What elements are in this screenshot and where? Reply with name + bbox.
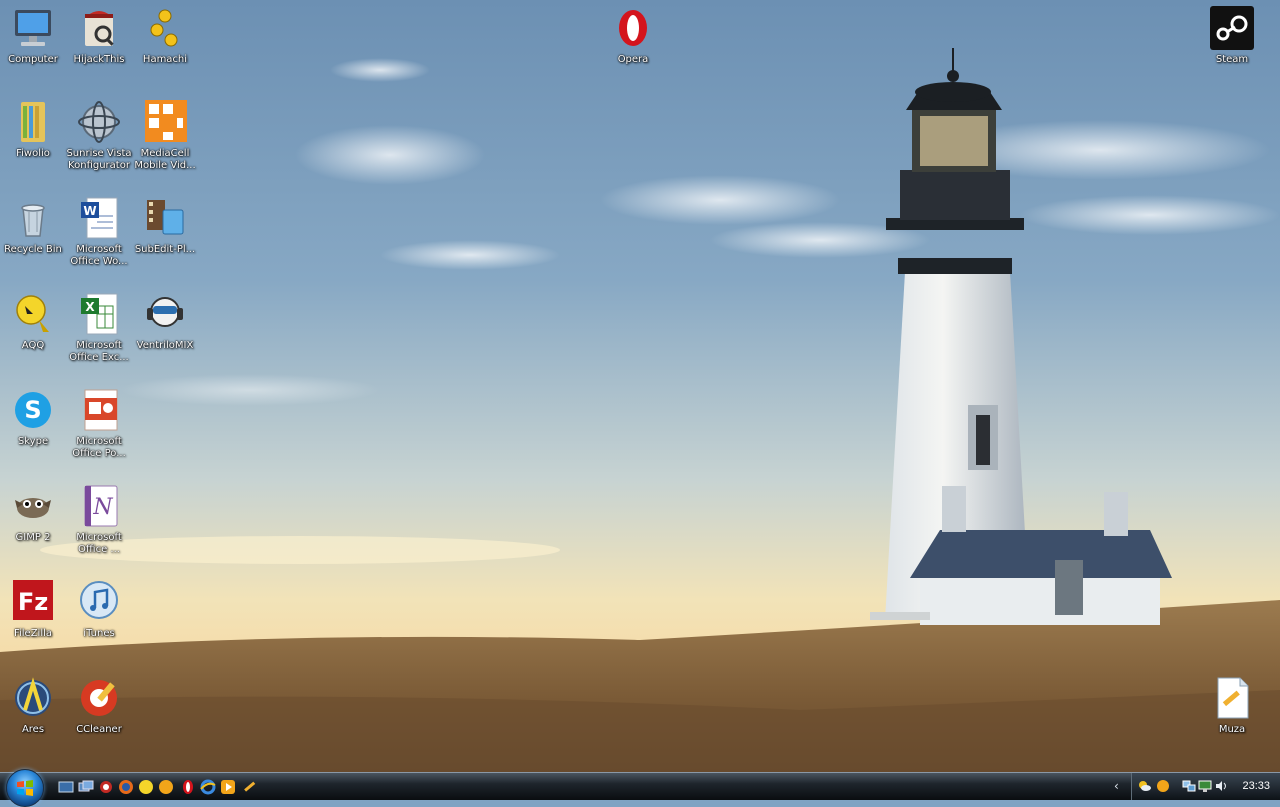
sunrise-icon xyxy=(78,101,120,143)
taskbar-clock[interactable]: 23:33 xyxy=(1242,780,1270,792)
svg-text:Fz: Fz xyxy=(18,588,48,616)
desktop-icon-label: Microsoft Office Wo... xyxy=(70,244,128,267)
desktop-icon-excel[interactable]: X Microsoft Office Exc... xyxy=(66,290,132,364)
svg-text:S: S xyxy=(24,396,41,424)
desktop-icon-label: FileZilla xyxy=(13,628,53,639)
switch-windows-icon[interactable] xyxy=(78,779,94,795)
volume-icon[interactable] xyxy=(1214,779,1228,793)
windows-logo-icon xyxy=(17,780,33,796)
desktop-icon-powerpoint[interactable]: Microsoft Office Po... xyxy=(66,386,132,460)
aqq-icon[interactable] xyxy=(138,779,154,795)
folder-icon xyxy=(21,102,45,142)
hijackthis-icon[interactable] xyxy=(98,779,114,795)
desktop-icon-itunes[interactable]: iTunes xyxy=(66,578,132,640)
desktop-icon-gimp[interactable]: GIMP 2 xyxy=(0,482,66,544)
weather-icon[interactable] xyxy=(1138,779,1152,793)
desktop-icon-label: Microsoft Office ... xyxy=(76,532,122,555)
desktop-icon-label: SubEdit-Pl... xyxy=(134,244,196,255)
desktop-icon-label: Muza xyxy=(1218,724,1246,735)
desktop-icon-label: AQQ xyxy=(21,340,45,351)
desktop-icon-label: Ares xyxy=(21,724,45,735)
desktop-icon-label: Computer xyxy=(8,54,58,65)
desktop-icon-muza[interactable]: Muza xyxy=(1199,674,1265,736)
word-icon: W xyxy=(81,197,118,239)
desktop-icon-fiwolio[interactable]: Fiwolio xyxy=(0,98,66,160)
svg-text:X: X xyxy=(85,300,95,314)
notepad-icon[interactable] xyxy=(242,779,258,795)
desktop-icon-label: CCleaner xyxy=(76,724,122,735)
desktop-icon-label: Opera xyxy=(617,54,649,65)
mediacell-icon xyxy=(145,100,187,142)
skype-icon: S xyxy=(15,392,51,428)
desktop-icon-label: Recycle Bin xyxy=(4,244,62,255)
desktop-icon-label: Steam xyxy=(1215,54,1249,65)
desktop-icon-ventrilo[interactable]: VentriloMIX xyxy=(132,290,198,352)
desktop-icon-sunrise-vista[interactable]: Sunrise Vista Konfigurator xyxy=(66,98,132,172)
desktop-icon-ccleaner[interactable]: CCleaner xyxy=(66,674,132,736)
desktop-icon-word[interactable]: W Microsoft Office Wo... xyxy=(66,194,132,268)
desktop-icon-opera[interactable]: Opera xyxy=(600,4,666,66)
desktop-icon-ares[interactable]: Ares xyxy=(0,674,66,736)
desktop-icon-label: HijackThis xyxy=(73,54,125,65)
desktop-icon-hijackthis[interactable]: HijackThis xyxy=(66,4,132,66)
desktop-icon-steam[interactable]: Steam xyxy=(1199,4,1265,66)
desktop-icon-label: Sunrise Vista Konfigurator xyxy=(66,148,132,171)
desktop-icon-label: Skype xyxy=(17,436,49,447)
gimp-icon xyxy=(15,498,51,518)
ventrilo-icon xyxy=(147,297,183,327)
internet-explorer-icon[interactable] xyxy=(200,779,216,795)
sun-icon[interactable] xyxy=(1156,779,1170,793)
desktop-icon-computer[interactable]: Computer xyxy=(0,4,66,66)
itunes-icon xyxy=(80,581,118,619)
excel-icon: X xyxy=(81,293,118,335)
desktop-icon-label: Fiwolio xyxy=(16,148,50,159)
aqq-icon xyxy=(16,295,49,332)
show-desktop-icon[interactable] xyxy=(58,779,74,795)
hijackthis-icon xyxy=(85,11,114,46)
desktop-icon-hamachi[interactable]: Hamachi xyxy=(132,4,198,66)
svg-text:W: W xyxy=(83,204,96,218)
ccleaner-icon xyxy=(81,680,117,716)
desktop-icon-mediacell[interactable]: MediaCell Mobile Vid... xyxy=(132,98,198,172)
desktop-icon-label: VentriloMIX xyxy=(136,340,194,351)
firefox-icon[interactable] xyxy=(118,779,134,795)
monitor-icon[interactable] xyxy=(1198,779,1212,793)
ares-icon xyxy=(15,677,51,716)
hamachi-icon xyxy=(150,9,178,47)
powerpoint-icon xyxy=(84,389,118,431)
computer-icon xyxy=(15,10,51,46)
desktop-icon-label: MediaCell Mobile Vid... xyxy=(134,148,196,171)
network-icon[interactable] xyxy=(1182,779,1196,793)
desktop-icon-subedit[interactable]: SubEdit-Pl... xyxy=(132,194,198,256)
desktop-icon-label: Microsoft Office Po... xyxy=(72,436,126,459)
opera-icon[interactable] xyxy=(180,779,196,795)
filezilla-icon: Fz xyxy=(13,580,53,620)
desktop-icon-onenote[interactable]: N Microsoft Office ... xyxy=(66,482,132,556)
text-document-icon xyxy=(1217,677,1249,719)
desktop-icon-label: Hamachi xyxy=(142,54,188,65)
taskbar: ‹ 23:33 xyxy=(0,769,1280,807)
media-player-icon[interactable] xyxy=(220,779,236,795)
steam-icon xyxy=(1210,6,1254,50)
svg-text:N: N xyxy=(92,495,113,520)
start-button[interactable] xyxy=(6,769,44,807)
recycle-bin-icon xyxy=(21,204,45,237)
onenote-icon: N xyxy=(84,485,118,527)
sun-quicklaunch-icon[interactable] xyxy=(158,779,174,795)
subedit-icon xyxy=(147,200,184,235)
desktop-icon-label: Microsoft Office Exc... xyxy=(69,340,129,363)
desktop-icon-filezilla[interactable]: Fz FileZilla xyxy=(0,578,66,640)
desktop-icon-label: GIMP 2 xyxy=(15,532,51,543)
desktop-icon-recycle-bin[interactable]: Recycle Bin xyxy=(0,194,66,256)
desktop-icon-aqq[interactable]: AQQ xyxy=(0,290,66,352)
system-tray: ‹ 23:33 xyxy=(1114,773,1280,800)
desktop-icon-label: iTunes xyxy=(83,628,115,639)
desktop-icon-skype[interactable]: S Skype xyxy=(0,386,66,448)
show-hidden-icons-chevron-icon[interactable]: ‹ xyxy=(1114,779,1119,793)
opera-icon xyxy=(619,10,647,46)
